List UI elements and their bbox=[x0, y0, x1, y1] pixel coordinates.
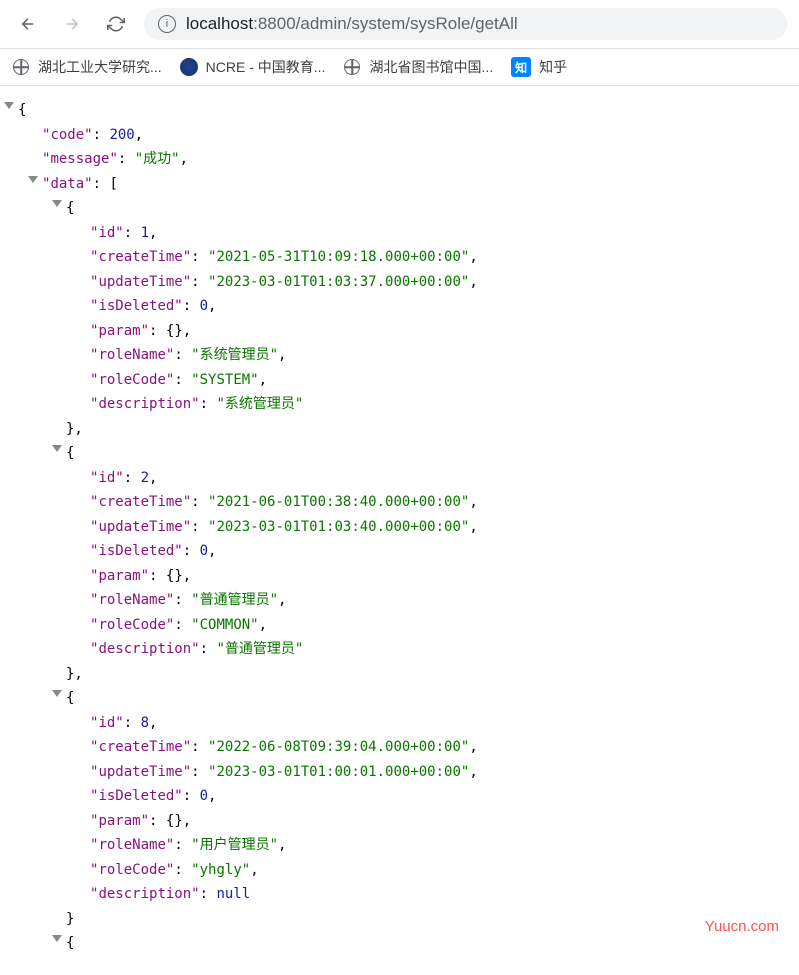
bookmark-item[interactable]: NCRE - 中国教育... bbox=[180, 57, 326, 77]
zhihu-icon: 知 bbox=[511, 57, 531, 77]
json-property: roleName: "用户管理员", bbox=[18, 833, 781, 858]
globe-icon bbox=[12, 58, 30, 76]
json-property: roleName: "系统管理员", bbox=[18, 343, 781, 368]
json-property: roleCode: "yhgly", bbox=[18, 858, 781, 883]
ncre-icon bbox=[180, 58, 198, 76]
json-property: roleCode: "COMMON", bbox=[18, 613, 781, 638]
address-bar[interactable]: i localhost:8800/admin/system/sysRole/ge… bbox=[144, 8, 787, 40]
json-property: param: {}, bbox=[18, 809, 781, 834]
json-array-item: { bbox=[18, 931, 781, 956]
json-viewer: {code: 200,message: "成功",data: [{id: 1,c… bbox=[0, 86, 799, 968]
arrow-left-icon bbox=[19, 15, 37, 33]
json-open: { bbox=[18, 98, 781, 123]
json-property: param: {}, bbox=[18, 564, 781, 589]
bookmark-item[interactable]: 湖北工业大学研究... bbox=[12, 57, 162, 77]
reload-button[interactable] bbox=[100, 8, 132, 40]
json-property: updateTime: "2023-03-01T01:00:01.000+00:… bbox=[18, 760, 781, 785]
json-property: message: "成功", bbox=[18, 147, 781, 172]
json-property: description: null bbox=[18, 882, 781, 907]
json-property: param: {}, bbox=[18, 319, 781, 344]
collapse-icon[interactable] bbox=[52, 935, 62, 942]
bookmark-label: 湖北工业大学研究... bbox=[38, 57, 162, 77]
bookmark-label: 知乎 bbox=[539, 57, 567, 77]
forward-button[interactable] bbox=[56, 8, 88, 40]
json-property: code: 200, bbox=[18, 123, 781, 148]
json-property: createTime: "2021-06-01T00:38:40.000+00:… bbox=[18, 490, 781, 515]
json-property: id: 8, bbox=[18, 711, 781, 736]
bookmark-item[interactable]: 湖北省图书馆中国... bbox=[343, 57, 493, 77]
arrow-right-icon bbox=[63, 15, 81, 33]
collapse-icon[interactable] bbox=[52, 690, 62, 697]
json-property: createTime: "2021-05-31T10:09:18.000+00:… bbox=[18, 245, 781, 270]
json-close: }, bbox=[18, 417, 781, 442]
json-property: updateTime: "2023-03-01T01:03:37.000+00:… bbox=[18, 270, 781, 295]
url-text: localhost:8800/admin/system/sysRole/getA… bbox=[186, 14, 518, 34]
json-property: isDeleted: 0, bbox=[18, 294, 781, 319]
json-property: createTime: "2022-06-08T09:39:04.000+00:… bbox=[18, 735, 781, 760]
json-property: isDeleted: 0, bbox=[18, 784, 781, 809]
json-property: id: 1, bbox=[18, 221, 781, 246]
bookmark-label: 湖北省图书馆中国... bbox=[369, 57, 493, 77]
collapse-icon[interactable] bbox=[4, 102, 14, 109]
reload-icon bbox=[107, 15, 125, 33]
browser-nav-bar: i localhost:8800/admin/system/sysRole/ge… bbox=[0, 0, 799, 49]
json-property: isDeleted: 0, bbox=[18, 539, 781, 564]
json-close: } bbox=[18, 907, 781, 932]
bookmarks-bar: 湖北工业大学研究... NCRE - 中国教育... 湖北省图书馆中国... 知… bbox=[0, 49, 799, 86]
json-array-item: { bbox=[18, 686, 781, 711]
bookmark-label: NCRE - 中国教育... bbox=[206, 57, 326, 77]
collapse-icon[interactable] bbox=[52, 445, 62, 452]
json-array-item: { bbox=[18, 441, 781, 466]
site-info-icon[interactable]: i bbox=[158, 15, 176, 33]
json-property: description: "普通管理员" bbox=[18, 637, 781, 662]
json-close: }, bbox=[18, 662, 781, 687]
globe-icon bbox=[343, 58, 361, 76]
json-property: data: [ bbox=[18, 172, 781, 197]
json-property: updateTime: "2023-03-01T01:03:40.000+00:… bbox=[18, 515, 781, 540]
bookmark-item[interactable]: 知 知乎 bbox=[511, 57, 567, 77]
json-property: id: 2, bbox=[18, 466, 781, 491]
json-property: roleCode: "SYSTEM", bbox=[18, 368, 781, 393]
watermark: Yuucn.com bbox=[705, 918, 779, 935]
json-array-item: { bbox=[18, 196, 781, 221]
back-button[interactable] bbox=[12, 8, 44, 40]
collapse-icon[interactable] bbox=[52, 200, 62, 207]
json-property: description: "系统管理员" bbox=[18, 392, 781, 417]
collapse-icon[interactable] bbox=[28, 176, 38, 183]
json-property: roleName: "普通管理员", bbox=[18, 588, 781, 613]
